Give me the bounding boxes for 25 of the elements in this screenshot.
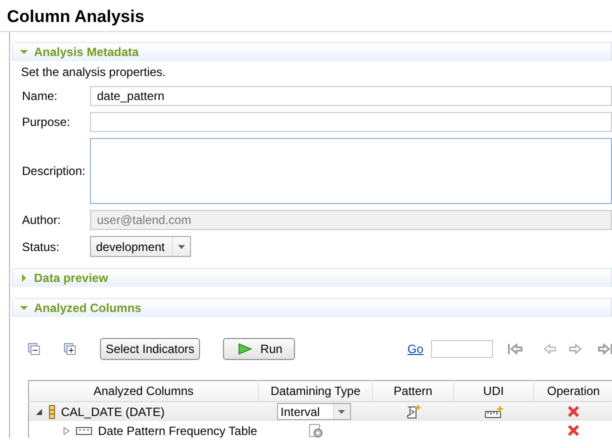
field-label: Name: <box>22 89 58 103</box>
section-title: Analysis Metadata <box>34 45 139 59</box>
tree-row[interactable]: CAL_DATE (DATE) Interval <box>28 402 612 421</box>
column-header: Analyzed Columns <box>28 380 258 402</box>
section-title: Analyzed Columns <box>34 301 142 315</box>
field-label: Purpose: <box>22 115 72 129</box>
go-link[interactable]: Go <box>407 342 424 356</box>
section-title: Data preview <box>34 271 108 285</box>
window-title: Column Analysis <box>6 6 146 27</box>
run-button[interactable]: Run <box>223 338 296 360</box>
select-indicators-button[interactable]: Select Indicators <box>100 338 200 360</box>
field-label: Author: <box>22 213 62 227</box>
column-header: Operation <box>534 380 612 402</box>
tree-row[interactable]: Date Pattern Frequency Table <box>28 421 612 438</box>
column-header: Pattern <box>372 380 454 402</box>
datamining-dropdown[interactable]: Interval <box>276 403 350 420</box>
status-dropdown[interactable]: development <box>90 236 191 257</box>
field-label: Description: <box>22 164 86 178</box>
text-field[interactable]: date_pattern <box>90 86 612 106</box>
section-description: Set the analysis properties. <box>20 64 167 79</box>
tree-item-label: CAL_DATE (DATE) <box>61 404 165 418</box>
column-header: UDI <box>454 380 534 402</box>
tree-item-label: Date Pattern Frequency Table <box>98 424 258 438</box>
column-header: Datamining Type <box>258 380 372 402</box>
field-label: Status: <box>22 240 60 254</box>
